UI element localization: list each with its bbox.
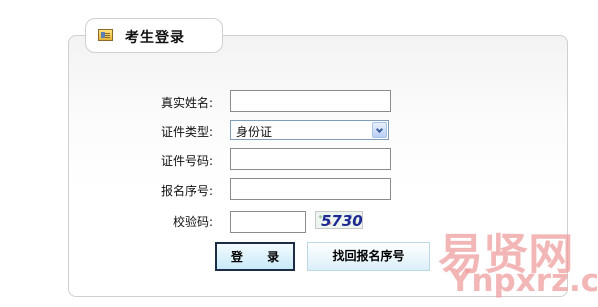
id-type-label: 证件类型: (160, 125, 213, 139)
id-type-selected-value: 身份证 (236, 125, 273, 139)
registration-number-input[interactable] (230, 178, 391, 200)
captcha-code: 5730 (321, 212, 363, 229)
captcha-image[interactable]: 5730 (315, 211, 363, 229)
candidate-login-page: 考生登录 真实姓名: 证件类型: 身份证 证件号码: 报名序号: 校验码: 57… (0, 0, 598, 307)
real-name-label: 真实姓名: (160, 96, 213, 110)
page-title: 考生登录 (125, 30, 185, 46)
retrieve-registration-number-button[interactable]: 找回报名序号 (307, 242, 430, 271)
id-card-icon (98, 29, 113, 41)
real-name-input[interactable] (230, 90, 391, 112)
watermark-domain-text: Ynpxrz.com (449, 263, 598, 299)
id-type-select[interactable]: 身份证 (230, 120, 389, 140)
chevron-down-icon (375, 125, 384, 134)
login-button[interactable]: 登 录 (215, 242, 295, 271)
id-type-dropdown-button[interactable] (372, 122, 387, 138)
verification-code-input[interactable] (230, 211, 306, 233)
id-number-input[interactable] (230, 148, 391, 170)
login-title-tab: 考生登录 (85, 18, 223, 53)
verification-code-label: 校验码: (172, 215, 213, 229)
id-number-label: 证件号码: (160, 154, 213, 168)
registration-number-label: 报名序号: (160, 184, 213, 198)
